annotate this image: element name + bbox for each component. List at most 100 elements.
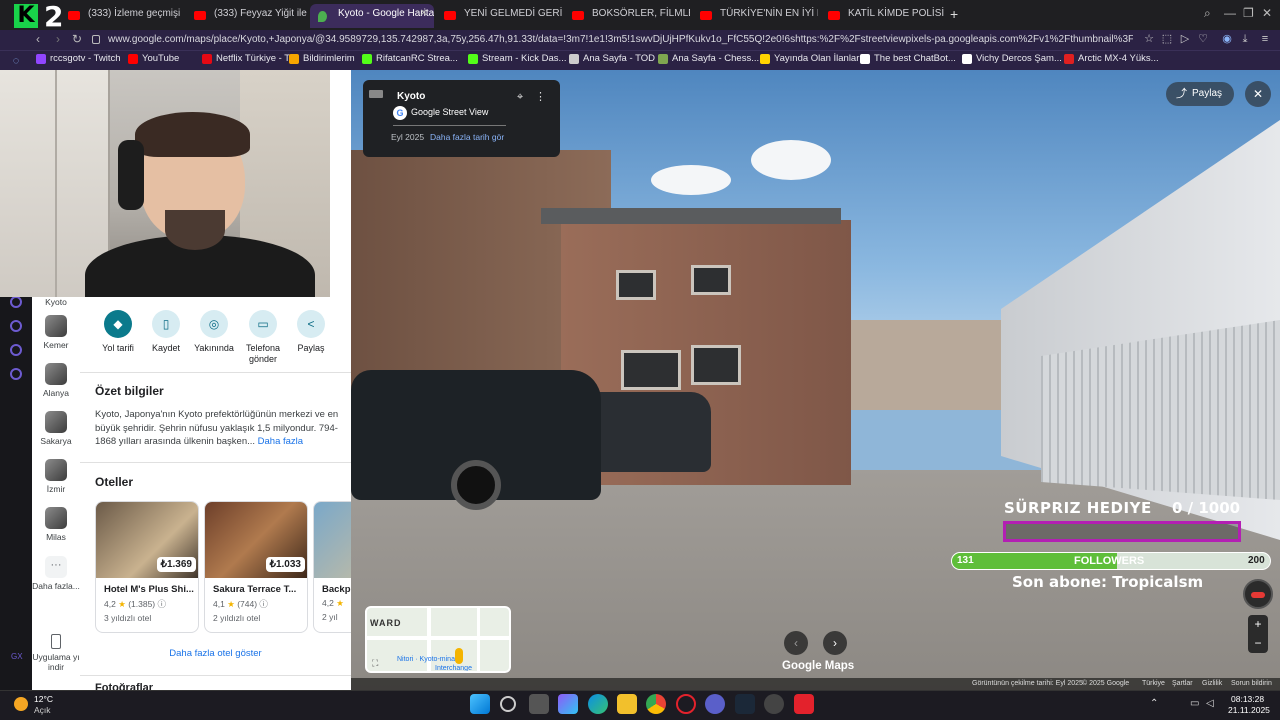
bookmark-item[interactable]: YouTube <box>128 53 179 64</box>
youtube-icon <box>194 11 206 20</box>
bookmark-item[interactable]: Vichy Dercos Şam... <box>962 53 1062 64</box>
profile-icon[interactable]: ◉ <box>1221 33 1233 45</box>
rail-icon-2[interactable] <box>10 320 22 332</box>
heart-icon[interactable]: ♡ <box>1197 33 1209 45</box>
report-link[interactable]: Sorun bildirin <box>1231 680 1272 687</box>
bookmark-item[interactable]: Ana Sayfa - TOD <box>569 53 655 64</box>
more-hotels-link[interactable]: Daha fazla otel göster <box>80 648 351 659</box>
expand-map-icon[interactable]: ⛶ <box>372 658 378 669</box>
bookmark-item[interactable]: Yayında Olan İlanlar <box>760 53 859 64</box>
copilot-icon[interactable] <box>558 694 578 714</box>
bookmark-item[interactable]: Bildirimlerim <box>289 53 355 64</box>
screenshot-icon[interactable]: ⬚ <box>1161 33 1173 45</box>
bookmark-item[interactable]: Ana Sayfa - Chess... <box>658 53 759 64</box>
back-icon[interactable]: ‹ <box>36 32 40 46</box>
tab-watch-history[interactable]: (333) İzleme geçmişi - Yo <box>60 4 182 28</box>
attribution-bar <box>351 678 1280 690</box>
more-dates-link[interactable]: Daha fazla tarih gör <box>430 132 504 142</box>
rail-gx-icon[interactable]: GX <box>11 652 23 661</box>
download-app-button[interactable]: Uygulama yı indir <box>32 634 80 672</box>
download-icon[interactable]: ⤓ <box>1239 33 1251 45</box>
play-icon[interactable]: ▷ <box>1179 33 1191 45</box>
tab-boksorler[interactable]: BOKSÖRLER, FİLMLERDE <box>564 4 690 28</box>
street-view-canvas[interactable] <box>351 70 1280 690</box>
region-link[interactable]: Türkiye <box>1142 680 1165 687</box>
bookmark-item[interactable]: Netflix Türkiye - T... <box>202 53 297 64</box>
close-street-view-button[interactable]: ✕ <box>1245 81 1271 107</box>
divider <box>80 462 351 463</box>
read-more-link[interactable]: Daha fazla <box>258 436 303 447</box>
tab-katil[interactable]: KATİL KİMDE POLİSİ TRO <box>820 4 944 28</box>
pegman-icon[interactable] <box>455 648 463 664</box>
rail-icon-1[interactable] <box>10 296 22 308</box>
app-icon[interactable] <box>764 694 784 714</box>
next-arrow-button[interactable]: › <box>823 631 847 655</box>
hotels-title: Oteller <box>95 475 134 489</box>
reload-icon[interactable]: ↻ <box>72 32 82 46</box>
menu-icon[interactable]: ≡ <box>1259 33 1271 45</box>
keyboard-icon[interactable] <box>369 90 383 98</box>
steam-icon[interactable] <box>735 694 755 714</box>
location-pin-icon[interactable]: ⌖ <box>517 91 523 104</box>
close-tab-icon[interactable]: ✕ <box>420 8 428 19</box>
mini-map[interactable]: WARD Nitori · Kyoto-minami Interchange ⛶ <box>365 606 511 673</box>
nearby-button[interactable]: ◎ Yakınında <box>186 310 242 354</box>
saved-place-milas[interactable]: Milas <box>32 507 80 542</box>
tab-google-maps[interactable]: Kyoto - Google Haritalar✕ <box>310 4 434 28</box>
cloud <box>651 165 731 195</box>
new-tab-button[interactable]: + <box>950 6 958 22</box>
more-places-button[interactable]: ··· Daha fazla... <box>32 556 80 591</box>
bookmark-item[interactable]: Stream - Kick Das... <box>468 53 566 64</box>
tab-pizza[interactable]: TÜRKİYE'NİN EN İYİ PİZZ <box>692 4 818 28</box>
saved-place-sakarya[interactable]: Sakarya <box>32 411 80 446</box>
bookmark-item[interactable]: Arctic MX-4 Yüks... <box>1064 53 1159 64</box>
maximize-button[interactable]: ❐ <box>1243 6 1254 20</box>
app-icon[interactable] <box>705 694 725 714</box>
zoom-out-button[interactable]: − <box>1248 634 1268 653</box>
minimize-button[interactable]: — <box>1224 6 1236 20</box>
bookmark-item[interactable]: The best ChatBot... <box>860 53 956 64</box>
info-icon[interactable]: ⓘ <box>259 599 268 609</box>
bookmark-item[interactable]: rccsgotv - Twitch <box>36 53 121 64</box>
followers-target: 200 <box>1248 555 1265 566</box>
rail-icon-3[interactable] <box>10 344 22 356</box>
compass-icon[interactable] <box>1243 579 1273 609</box>
hotel-card[interactable]: ₺1.369 Hotel M's Plus Shi... 4,2 ★ (1.38… <box>95 501 199 633</box>
previous-arrow-button[interactable]: ‹ <box>784 631 808 655</box>
task-view-icon[interactable] <box>529 694 549 714</box>
volume-icon[interactable]: ◁ <box>1206 698 1214 709</box>
opera-gx-icon[interactable] <box>676 694 696 714</box>
tab-feyyaz[interactable]: (333) Feyyaz Yiğit ile O M <box>186 4 308 28</box>
network-icon[interactable]: ▭ <box>1190 698 1199 709</box>
zoom-in-button[interactable]: + <box>1248 615 1268 634</box>
bookmark-star-icon[interactable]: ☆ <box>1143 33 1155 45</box>
tab-yeni-gelmedi[interactable]: YENİ GELMEDİ GERİ GEL <box>436 4 562 28</box>
close-window-button[interactable]: ✕ <box>1262 6 1272 20</box>
edge-icon[interactable] <box>588 694 608 714</box>
saved-place-alanya[interactable]: Alanya <box>32 363 80 398</box>
forward-icon[interactable]: › <box>56 32 60 46</box>
search-icon[interactable] <box>500 696 516 712</box>
share-place-button[interactable]: < Paylaş <box>283 310 339 354</box>
privacy-link[interactable]: Gizlilik <box>1202 680 1222 687</box>
bookmarks-sync-icon[interactable]: ◌ <box>10 55 22 67</box>
file-explorer-icon[interactable] <box>617 694 637 714</box>
nearby-icon: ◎ <box>200 310 228 338</box>
settings-icon[interactable] <box>10 368 22 380</box>
chrome-icon[interactable] <box>646 694 666 714</box>
more-options-icon[interactable]: ⋮ <box>535 90 546 103</box>
star-icon: ★ <box>118 599 126 609</box>
tray-chevron-icon[interactable]: ⌃ <box>1150 698 1158 709</box>
saved-place-izmir[interactable]: İzmir <box>32 459 80 494</box>
terms-link[interactable]: Şartlar <box>1172 680 1193 687</box>
saved-place-kemer[interactable]: Kemer <box>32 315 80 350</box>
app-icon[interactable] <box>794 694 814 714</box>
share-button[interactable]: ⤴ Paylaş <box>1166 82 1234 106</box>
hotel-card[interactable]: ₺1.033 Sakura Terrace T... 4,1 ★ (744) ⓘ… <box>204 501 308 633</box>
bookmark-item[interactable]: RifatcanRC Strea... <box>362 53 458 64</box>
moon-weather-icon[interactable] <box>14 697 28 711</box>
info-icon[interactable]: ⓘ <box>158 599 167 609</box>
start-icon[interactable] <box>470 694 490 714</box>
search-tabs-icon[interactable]: ⌕ <box>1204 6 1211 21</box>
address-bar[interactable]: www.google.com/maps/place/Kyoto,+Japonya… <box>88 32 1133 48</box>
